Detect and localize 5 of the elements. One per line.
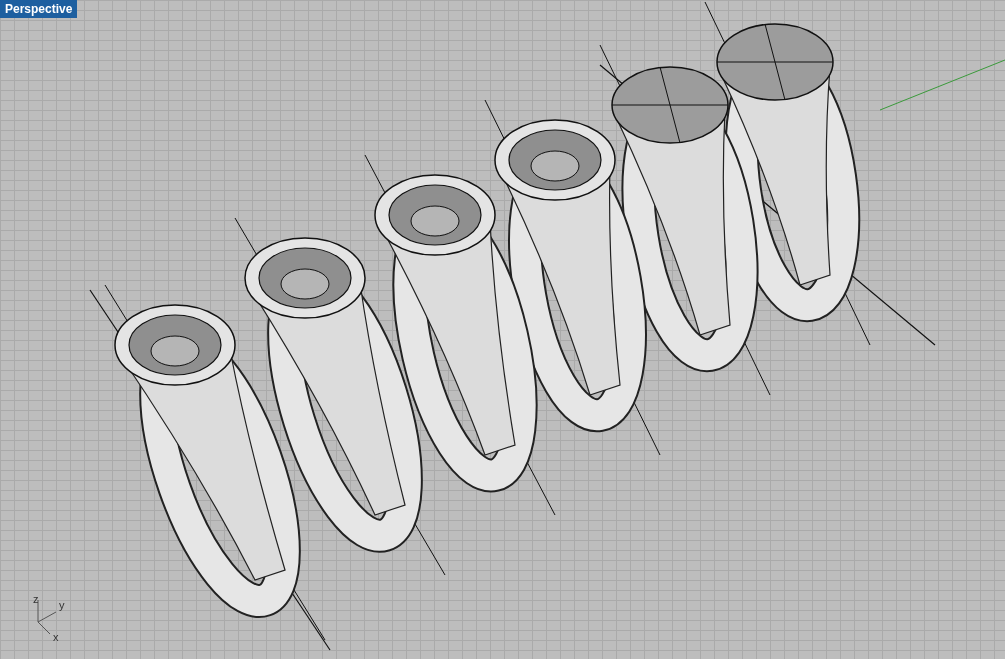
axis-icon — [37, 599, 57, 635]
axis-label: y — [59, 600, 65, 611]
viewport-tab[interactable]: Perspective — [0, 0, 78, 18]
axis-label: x — [53, 632, 59, 643]
axis-label: z — [33, 594, 39, 605]
